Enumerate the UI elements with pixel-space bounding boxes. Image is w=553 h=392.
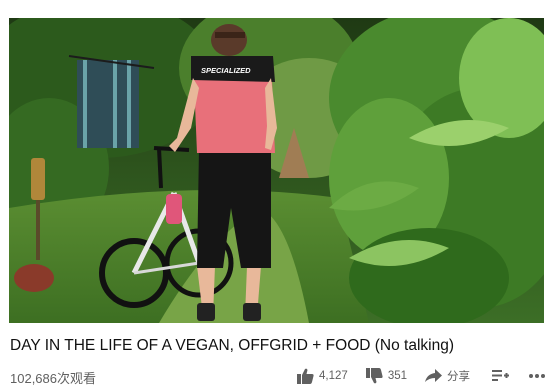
more-options-button[interactable] — [529, 374, 545, 378]
jersey-print: SPECIALIZED — [201, 66, 251, 75]
view-count: 102,686次观看 — [10, 371, 96, 386]
more-horizontal-icon — [529, 374, 545, 378]
dislike-count: 351 — [387, 370, 407, 382]
save-to-playlist-button[interactable] — [492, 370, 509, 382]
playlist-add-icon — [492, 370, 509, 381]
video-player[interactable]: SPECIALIZED — [9, 18, 544, 323]
share-label: 分享 — [447, 371, 470, 383]
video-meta-row: 102,686次观看 4,127 351 分享 — [10, 364, 545, 388]
thumbs-up-icon — [297, 368, 314, 384]
video-frame: SPECIALIZED — [9, 18, 544, 323]
share-button[interactable]: 分享 — [425, 368, 470, 384]
dislike-button[interactable]: 351 — [365, 368, 407, 384]
share-arrow-icon — [425, 369, 442, 382]
video-title: DAY IN THE LIFE OF A VEGAN, OFFGRID + FO… — [10, 337, 454, 354]
video-actions: 4,127 351 分享 — [297, 364, 545, 388]
like-button[interactable]: 4,127 — [297, 368, 348, 384]
like-count: 4,127 — [319, 370, 348, 382]
thumbs-down-icon — [365, 368, 383, 384]
